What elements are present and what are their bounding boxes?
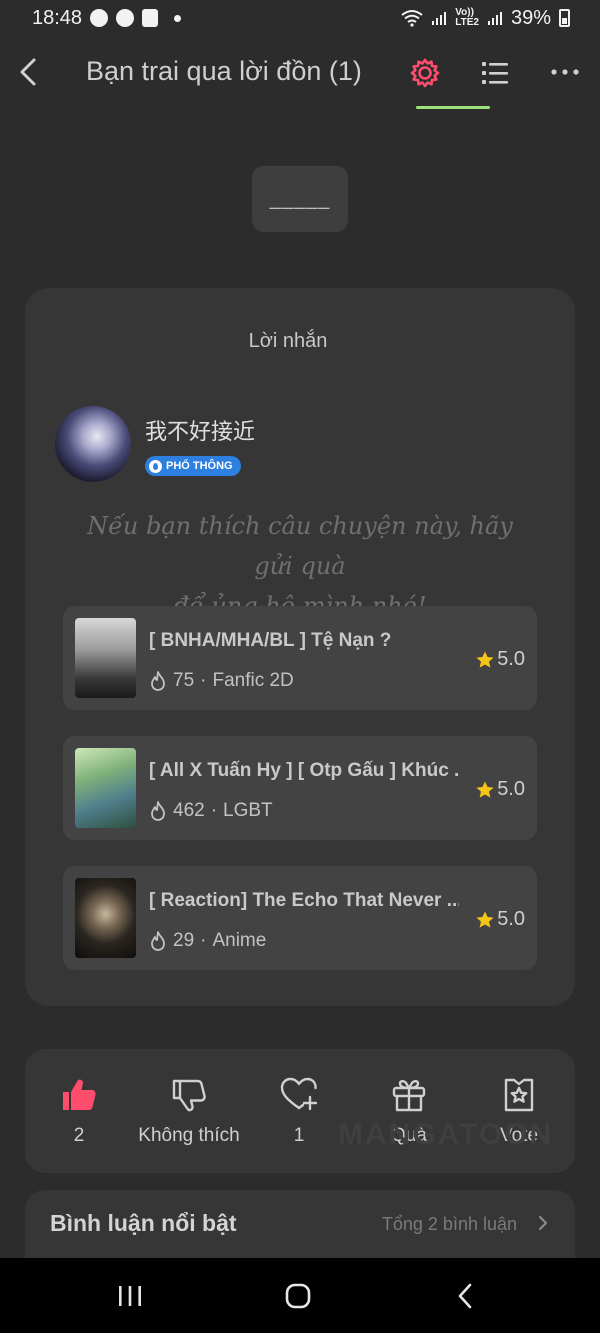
like-button[interactable]: 2 [19,1075,139,1147]
page-title: Bạn trai qua lời đồn (1) [86,56,362,86]
battery-percent: 39% [510,6,551,29]
chevron-right-icon [538,1215,548,1231]
comments-title: Bình luận nổi bật [50,1210,237,1236]
reaction-bar: 2 Không thích 1 Quà Vote [25,1049,575,1173]
story-title: [ All X Tuấn Hy ] [ Otp Gấu ] Khúc ... [149,760,459,781]
story-cover [75,748,136,828]
flame-icon [151,671,165,691]
vote-icon [504,1078,534,1112]
story-genre: Anime [212,930,267,951]
comments-header[interactable]: Bình luận nổi bật Tổng 2 bình luận [25,1190,575,1258]
shopping-bag-icon [142,9,159,27]
status-right: Vo)) LTE2 39% [401,7,570,30]
thumbs-up-icon [63,1079,96,1110]
story-title: [ Reaction] The Echo That Never ... [149,890,459,911]
flame-icon [151,801,165,821]
meta-separator: · [200,670,207,691]
status-left: 18:48 [32,6,182,30]
placeholder-button[interactable]: _____ [252,166,348,232]
list-icon[interactable] [480,58,510,88]
story-views: 29 [173,930,195,951]
dislike-button[interactable]: Không thích [129,1075,249,1147]
story-meta: 29 · Anime [149,930,266,952]
rating-value: 5.0 [497,648,525,670]
back-button[interactable] [14,54,40,90]
story-card-1[interactable]: [ BNHA/MHA/BL ] Tệ Nạn ? 75 · Fanfic 2D … [63,606,537,710]
avatar[interactable] [55,406,131,482]
network-label: Vo)) LTE2 [455,8,479,28]
story-cover [75,878,136,958]
story-meta: 462 · LGBT [149,800,273,822]
meta-separator: · [210,800,218,821]
recent-apps-icon[interactable] [116,1284,144,1308]
story-rating: 5.0 [475,908,525,931]
story-meta: 75 · Fanfic 2D [149,670,294,692]
story-rating: 5.0 [475,778,525,801]
signal-icon [432,12,447,25]
facebook-icon-2 [116,9,135,27]
status-bar: 18:48 Vo)) LTE2 39% [0,0,600,36]
author-message-line1: Nếu bạn thích câu chuyện này, hãy gửi qu… [87,512,513,580]
heart-plus-icon [280,1077,318,1111]
home-icon[interactable] [284,1282,312,1310]
dislike-label: Không thích [138,1125,240,1146]
story-genre: LGBT [223,800,273,821]
rank-badge-label: PHỔ THÔNG [166,460,233,472]
status-time: 18:48 [32,6,83,29]
story-views: 462 [173,800,205,821]
like-count: 2 [73,1125,85,1146]
story-card-2[interactable]: [ All X Tuấn Hy ] [ Otp Gấu ] Khúc ... 4… [63,736,537,840]
story-title: [ BNHA/MHA/BL ] Tệ Nạn ? [149,630,392,651]
facebook-icon [90,9,109,27]
signal-icon-2 [487,12,502,25]
star-icon [476,911,494,928]
drop-icon [149,459,162,473]
wifi-icon [401,10,423,27]
thumbs-down-icon [172,1079,206,1112]
app-header: Bạn trai qua lời đồn (1) [0,36,600,110]
note-title: Lời nhắn [248,330,328,352]
story-views: 75 [173,670,195,691]
flame-icon [151,931,165,951]
system-nav-bar [0,1258,600,1333]
meta-separator: · [200,930,207,951]
gear-icon[interactable] [408,56,442,90]
back-nav-icon[interactable] [456,1282,474,1310]
author-name[interactable]: 我不好接近 [145,414,255,446]
rating-value: 5.0 [497,778,525,800]
notification-dot-icon [174,14,182,22]
watermark: MANGATOON [338,1118,554,1151]
story-rating: 5.0 [475,648,525,671]
star-icon [476,651,494,668]
rank-badge: PHỔ THÔNG [145,456,241,476]
note-card: Lời nhắn 我不好接近 PHỔ THÔNG Nếu bạn thích c… [25,288,575,1006]
story-genre: Fanfic 2D [212,670,294,691]
battery-icon [559,9,570,27]
more-icon[interactable] [550,60,580,84]
rating-value: 5.0 [497,908,525,930]
story-cover [75,618,136,698]
comments-count: Tổng 2 bình luận [381,1214,517,1234]
active-indicator [416,106,490,109]
gift-icon [392,1079,426,1112]
network-bottom: LTE2 [455,17,479,28]
star-icon [476,781,494,798]
story-card-3[interactable]: [ Reaction] The Echo That Never ... 29 ·… [63,866,537,970]
